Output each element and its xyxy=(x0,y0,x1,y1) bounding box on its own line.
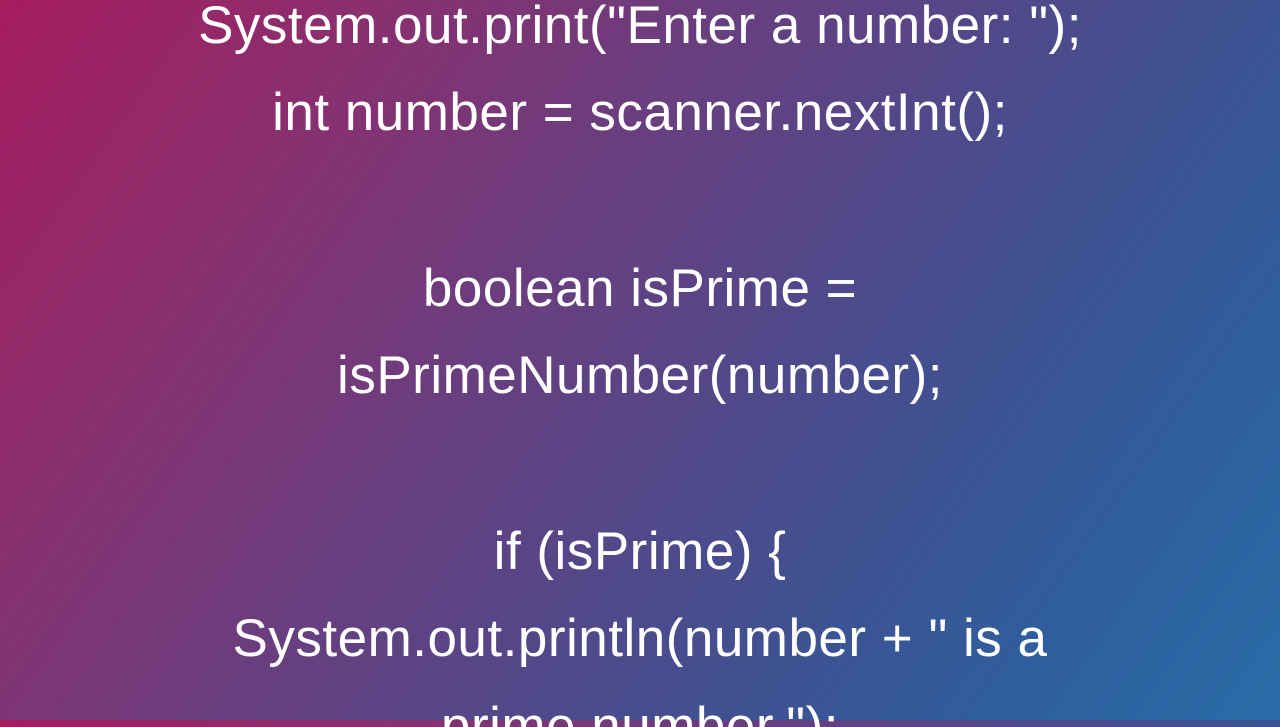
code-line-4: isPrimeNumber(number); xyxy=(0,332,1280,419)
code-block: System.out.print("Enter a number: "); in… xyxy=(0,0,1280,727)
code-line-5: if (isPrime) { xyxy=(0,508,1280,595)
code-line-1: System.out.print("Enter a number: "); xyxy=(0,0,1280,69)
blank-line xyxy=(0,157,1280,245)
code-line-6: System.out.println(number + " is a xyxy=(0,595,1280,682)
code-line-3: boolean isPrime = xyxy=(0,245,1280,332)
blank-line xyxy=(0,420,1280,508)
code-line-2: int number = scanner.nextInt(); xyxy=(0,69,1280,156)
code-line-7: prime number."); xyxy=(0,683,1280,727)
